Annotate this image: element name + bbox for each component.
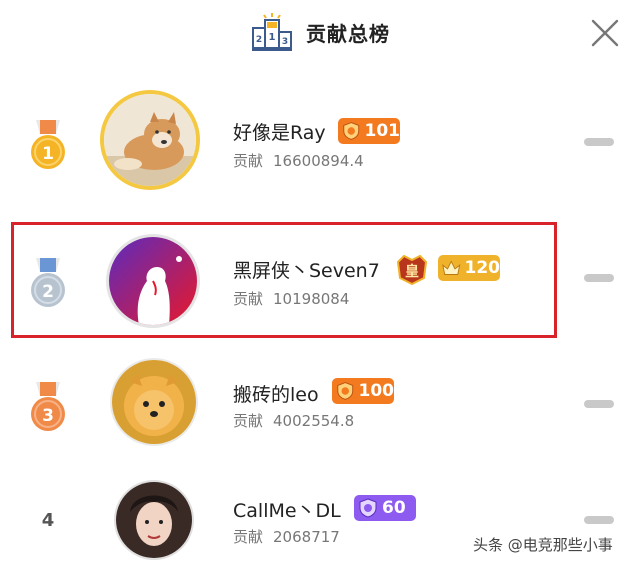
level-badge: 60 (354, 495, 416, 521)
contribution-text: 贡献 4002554.8 (233, 410, 354, 431)
avatar[interactable] (100, 90, 200, 190)
contribution-label: 贡献 (233, 528, 264, 546)
svg-text:3: 3 (282, 37, 288, 47)
bronze-medal-icon: 3 (31, 382, 65, 431)
rank-number: 4 (41, 510, 55, 531)
contribution-text: 贡献 16600894.4 (233, 150, 364, 171)
user-name: CallMe丶DL (233, 500, 341, 522)
dash-indicator (584, 274, 614, 282)
contribution-text: 贡献 2068717 (233, 526, 340, 547)
dash-indicator (584, 400, 614, 408)
contribution-label: 贡献 (233, 152, 264, 170)
level-badge: 100 (332, 378, 394, 404)
level-badge: 101 (338, 118, 400, 144)
gold-medal-icon: 1 (31, 120, 65, 169)
list-item[interactable]: 1 好像是Ray 101 贡献 16600894.4 (0, 82, 640, 200)
close-icon[interactable] (588, 16, 622, 50)
svg-text:1: 1 (269, 32, 276, 43)
svg-text:2: 2 (256, 35, 262, 45)
rank-number: 1 (42, 144, 54, 164)
shield-icon (337, 382, 354, 400)
pomeranian-avatar-image (112, 360, 196, 444)
contribution-value: 2068717 (273, 528, 340, 546)
header: 1 2 3 贡献总榜 (0, 0, 640, 64)
rank-number: 3 (42, 406, 54, 426)
user-name: 好像是Ray (233, 122, 326, 144)
shield-icon (359, 498, 377, 518)
contribution-value: 4002554.8 (273, 412, 355, 430)
podium-icon: 1 2 3 (252, 13, 292, 51)
watermark-text: 头条 @电竞那些小事 (473, 536, 613, 554)
shiba-dog-avatar-image (104, 94, 196, 186)
contribution-label: 贡献 (233, 412, 264, 430)
level-number: 100 (358, 381, 395, 401)
shield-icon (343, 122, 360, 140)
user-name: 搬砖的leo (233, 384, 319, 406)
dash-indicator (584, 516, 614, 524)
list-item[interactable]: 4 CallMe丶DL 60 贡献 2068717 (0, 462, 640, 580)
level-number: 60 (382, 498, 406, 518)
level-number: 101 (364, 121, 401, 141)
page-title: 贡献总榜 (306, 22, 390, 46)
contribution-value: 16600894.4 (273, 152, 364, 170)
avatar[interactable] (114, 480, 194, 560)
avatar[interactable] (110, 358, 198, 446)
dash-indicator (584, 138, 614, 146)
woman-avatar-image (116, 482, 192, 558)
list-item[interactable]: 3 搬砖的leo 100 贡献 4002554.8 (0, 344, 640, 462)
highlight-box (11, 222, 557, 338)
